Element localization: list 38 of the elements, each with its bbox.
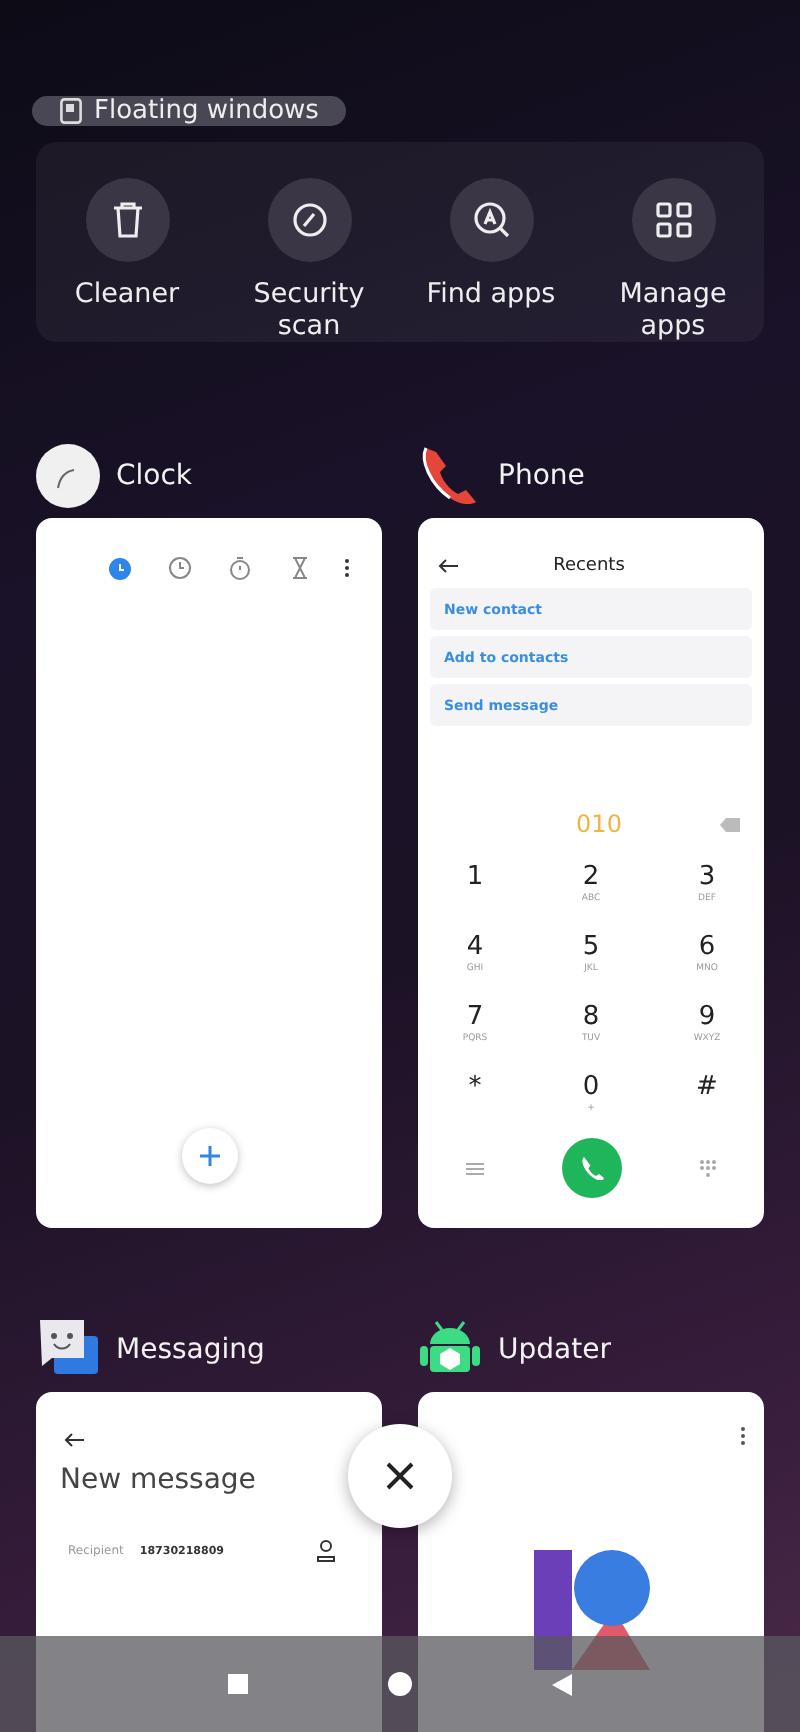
dial-key[interactable]: # — [649, 1072, 764, 1134]
more-icon[interactable] — [344, 558, 350, 578]
clock-app-icon[interactable] — [36, 444, 100, 508]
close-icon — [386, 1462, 414, 1490]
tool-button[interactable]: Cleaner — [36, 178, 218, 342]
home-icon[interactable] — [388, 1672, 412, 1696]
dialed-number: 010 — [574, 810, 624, 838]
phone-icon — [579, 1156, 603, 1180]
gauge-icon — [291, 202, 327, 238]
alarm-icon[interactable] — [108, 556, 132, 580]
back-arrow-icon[interactable] — [438, 558, 458, 574]
back-icon[interactable] — [552, 1673, 572, 1695]
window-icon — [60, 98, 82, 124]
app-title: Updater — [498, 1334, 611, 1366]
app-title: Clock — [116, 460, 193, 492]
app-title: Messaging — [116, 1334, 265, 1366]
phone-app-icon[interactable] — [418, 444, 482, 508]
dial-key[interactable]: * — [418, 1072, 533, 1134]
more-icon[interactable] — [740, 1426, 746, 1446]
plus-icon — [200, 1146, 220, 1166]
call-button[interactable] — [561, 1138, 621, 1198]
tool-button[interactable]: Manage apps — [582, 178, 764, 342]
tool-button[interactable]: Security scan — [218, 178, 400, 342]
search-icon — [471, 200, 511, 240]
back-arrow-icon[interactable] — [64, 1432, 84, 1448]
screen-title: Recents — [551, 556, 627, 576]
grid-icon — [655, 202, 691, 238]
trash-icon — [111, 202, 143, 238]
contact-icon[interactable] — [316, 1540, 336, 1562]
app-title: Phone — [498, 460, 585, 492]
tool-button[interactable]: Find apps — [400, 178, 582, 342]
stopwatch-icon[interactable] — [228, 556, 252, 580]
clock-icon[interactable] — [168, 556, 192, 580]
hourglass-icon[interactable] — [288, 556, 312, 580]
screen-title: New message — [60, 1464, 258, 1496]
floating-windows-button[interactable]: Floating windows — [32, 96, 347, 126]
add-button[interactable] — [182, 1128, 238, 1184]
dial-key[interactable]: 1 — [418, 862, 533, 924]
